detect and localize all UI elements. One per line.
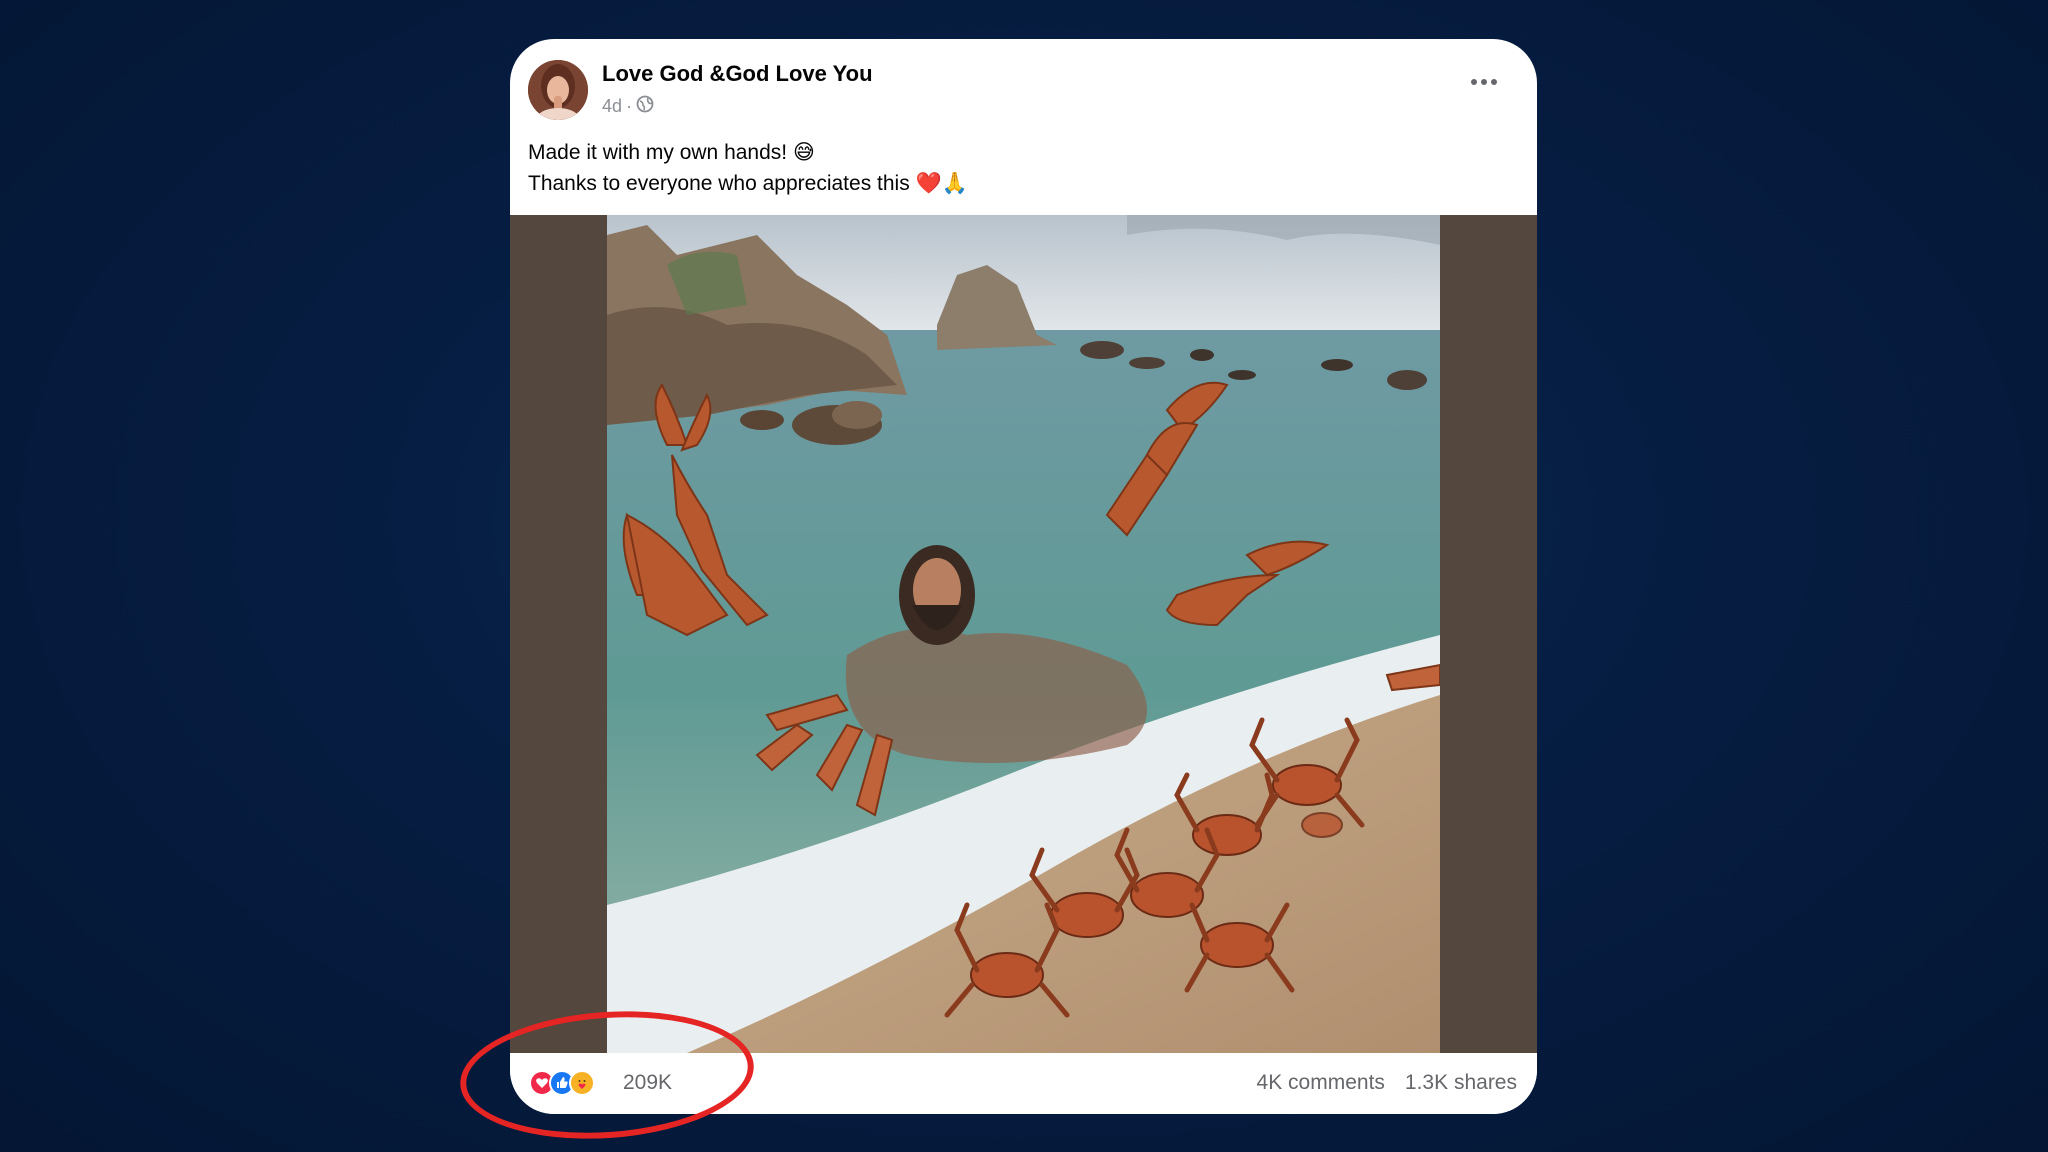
post-time[interactable]: 4d: [602, 96, 622, 117]
post-caption: Made it with my own hands! 😅 Thanks to e…: [528, 137, 968, 199]
engagement-stats: 4K comments 1.3K shares: [1257, 1071, 1517, 1095]
post-photo[interactable]: [607, 215, 1440, 1053]
post-meta: 4d ·: [602, 95, 654, 118]
caption-line-2: Thanks to everyone who appreciates this …: [528, 172, 968, 195]
comments-count[interactable]: 4K comments: [1257, 1071, 1385, 1095]
more-options-icon[interactable]: [1471, 75, 1501, 89]
post-media[interactable]: [510, 215, 1537, 1053]
caption-line-1: Made it with my own hands! 😅: [528, 141, 815, 164]
shares-count[interactable]: 1.3K shares: [1405, 1071, 1517, 1095]
facebook-post-card: Love God &God Love You 4d · Made it with…: [510, 39, 1537, 1114]
meta-separator: ·: [626, 96, 633, 116]
author-name[interactable]: Love God &God Love You: [602, 61, 873, 87]
globe-icon: [636, 95, 654, 118]
author-avatar[interactable]: [528, 60, 588, 120]
